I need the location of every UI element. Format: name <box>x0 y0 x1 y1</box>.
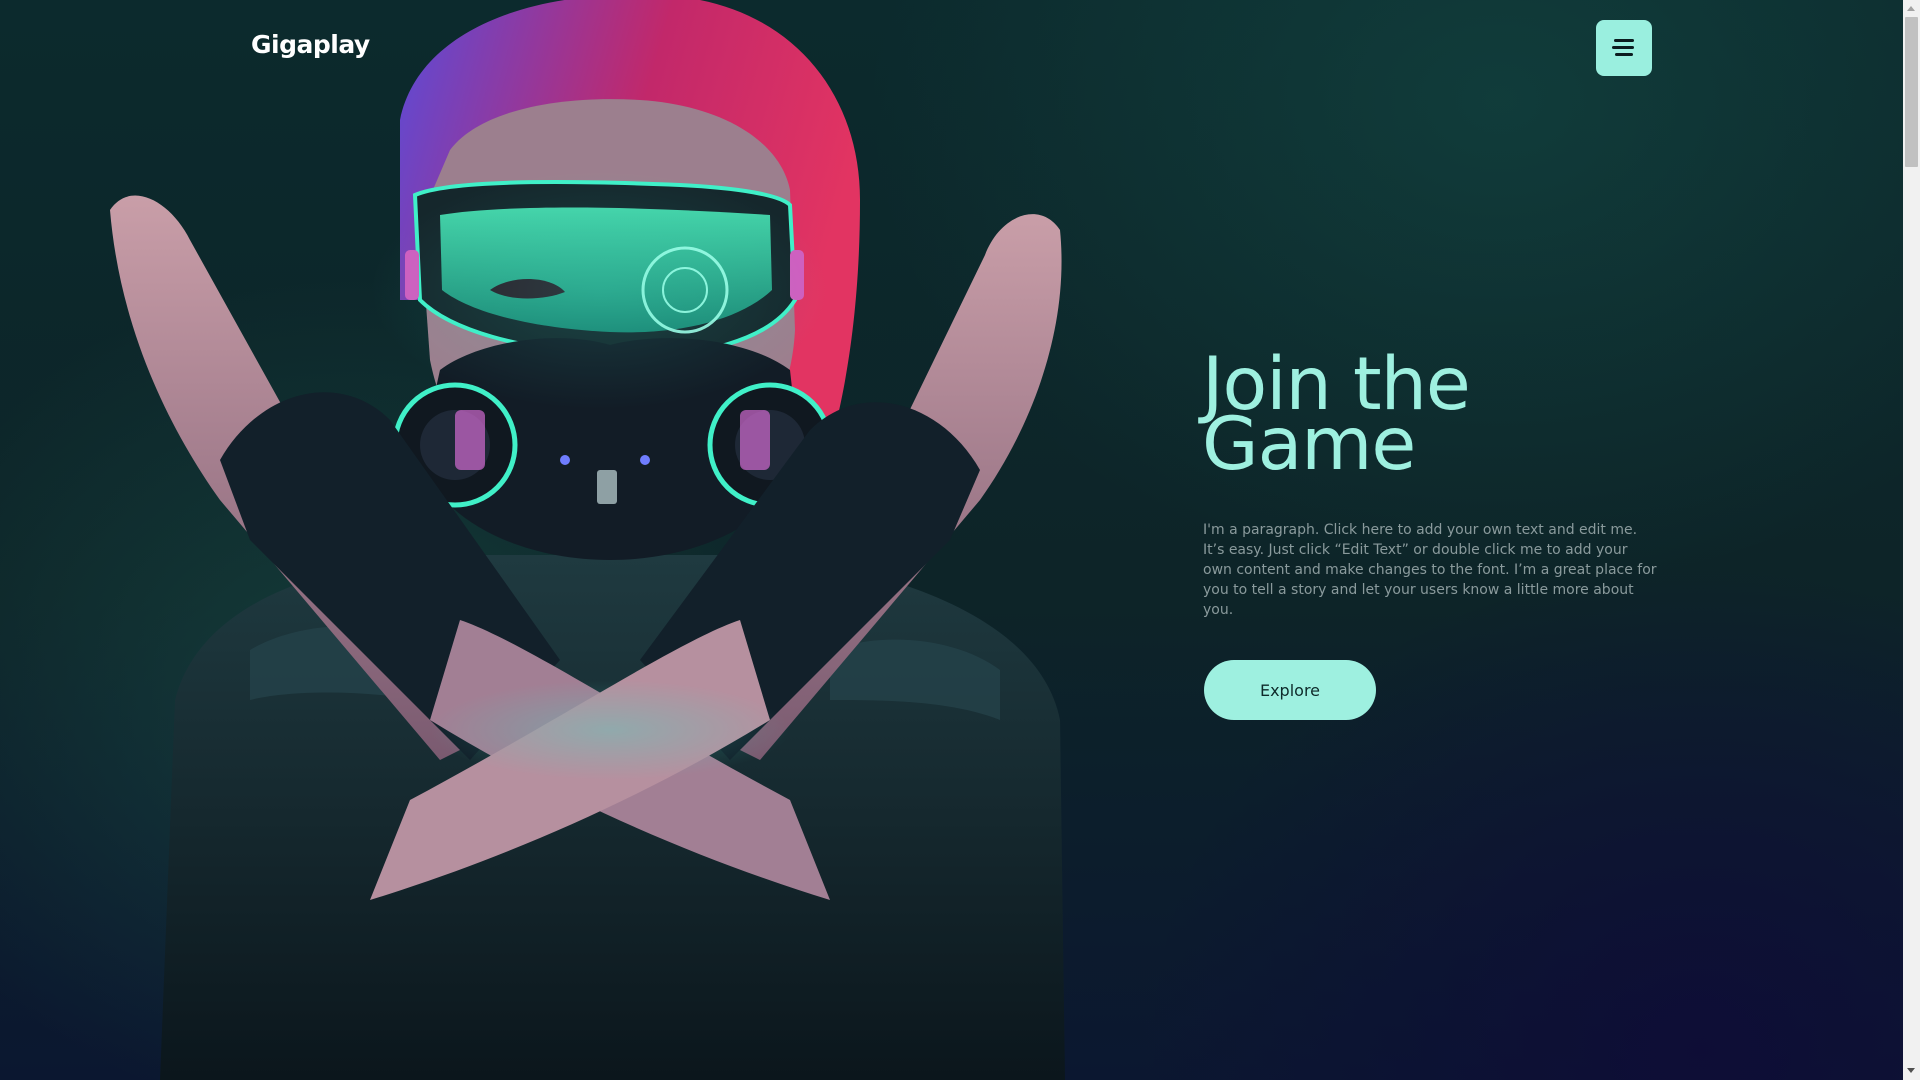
scroll-up-arrow-icon[interactable] <box>1907 6 1915 11</box>
hero-title: Join the Game <box>1202 348 1702 481</box>
scrollbar-thumb[interactable] <box>1905 17 1918 167</box>
hero-title-line2: Game <box>1202 402 1416 487</box>
scroll-down-arrow-icon[interactable] <box>1907 1068 1915 1073</box>
page-scrollbar[interactable] <box>1903 0 1920 1080</box>
hamburger-menu-icon <box>1612 39 1636 57</box>
menu-button[interactable] <box>1596 20 1652 76</box>
hero-paragraph: I'm a paragraph. Click here to add your … <box>1203 522 1657 618</box>
hero-image <box>110 0 1065 1080</box>
page: Gigaplay Join the Game I'm a paragraph. C… <box>0 0 1903 1080</box>
brand-logo[interactable]: Gigaplay <box>251 30 370 59</box>
explore-button[interactable]: Explore <box>1204 660 1376 720</box>
